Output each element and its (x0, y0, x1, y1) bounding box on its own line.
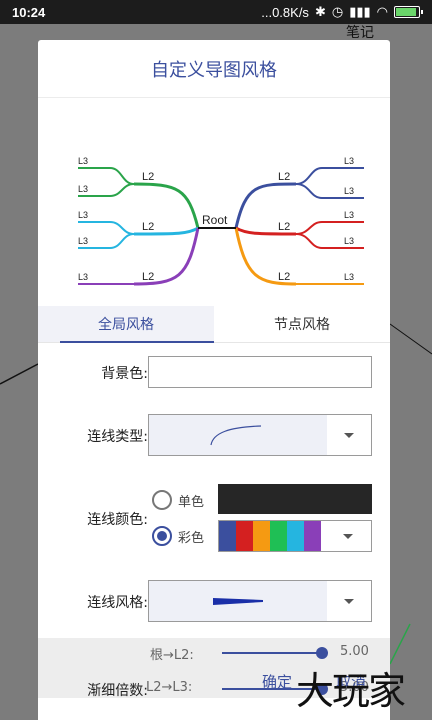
alarm-icon: ◷ (331, 4, 344, 19)
single-color-swatch[interactable] (218, 484, 372, 514)
preview-l2-label: L2 (142, 221, 154, 233)
preview-l2-label: L2 (142, 171, 154, 183)
line-color-label: 连线颜色: (87, 512, 148, 528)
watermark-logo: 大玩家 (296, 669, 406, 713)
preview-l3-label: L3 (344, 210, 354, 220)
palette-swatch (304, 521, 321, 551)
tab-node-style[interactable]: 节点风格 (214, 306, 390, 342)
background-note-top: 笔记 (346, 25, 374, 41)
battery-icon (394, 6, 423, 18)
palette-swatch (219, 521, 236, 551)
tab-global-style[interactable]: 全局风格 (38, 306, 214, 343)
wifi-icon: ◠ (376, 4, 388, 19)
palette-swatch (270, 521, 287, 551)
preview-l2-label: L2 (278, 221, 290, 233)
chevron-down-icon (327, 581, 371, 621)
single-color-label: 单色 (178, 494, 205, 510)
preview-l2-label: L2 (278, 171, 290, 183)
status-bar: 10:24 ...0.8K/s ✱ ◷ ▮▮▮ ◠ (0, 0, 432, 24)
palette-swatch (253, 521, 270, 551)
palette-swatch (287, 521, 304, 551)
dialog-title: 自定义导图风格 (38, 40, 390, 98)
preview-l3-label: L3 (344, 186, 354, 196)
chevron-down-icon (325, 521, 371, 551)
single-color-radio[interactable]: 单色 (152, 490, 204, 510)
preview-l2-label: L2 (278, 271, 290, 283)
tapered-line-icon (213, 598, 263, 605)
preview-root-label: Root (202, 213, 228, 227)
line-type-label: 连线类型: (87, 429, 148, 445)
preview-l2-label: L2 (142, 271, 154, 283)
confirm-button[interactable]: 确定 (262, 671, 292, 692)
palette-swatch (236, 521, 253, 551)
background-color-label: 背景色: (101, 366, 148, 382)
taper-root-l2-value: 5.00 (340, 644, 369, 659)
taper-root-l2-slider[interactable] (222, 652, 322, 654)
sub-left-2a (78, 221, 135, 235)
line-type-select[interactable] (148, 414, 372, 456)
preview-l3-label: L3 (78, 210, 88, 220)
preview-l3-label: L3 (344, 156, 354, 166)
preview-l3-label: L3 (78, 184, 88, 194)
radio-circle-icon (152, 490, 172, 510)
radio-checked-icon (152, 526, 172, 546)
line-style-select[interactable] (148, 580, 372, 622)
chevron-down-icon (327, 415, 371, 455)
curve-line-icon (210, 425, 262, 446)
mindmap-style-dialog: 自定义导图风格 Root L2 L2 L2 L2 L2 L2 L3 L3 L3 … (38, 40, 390, 720)
taper-l2-l3-label: L2→L3: (146, 680, 193, 695)
style-tabs: 全局风格 节点风格 (38, 306, 390, 343)
taper-root-l2-label: 根→L2: (150, 648, 194, 663)
taper-label: 渐细倍数: (87, 683, 148, 699)
sub-left-1a (78, 167, 135, 185)
style-preview: Root L2 L2 L2 L2 L2 L2 L3 L3 L3 L3 L3 L3… (38, 98, 390, 306)
preview-l3-label: L3 (78, 156, 88, 166)
status-icons: ...0.8K/s ✱ ◷ ▮▮▮ ◠ (261, 4, 423, 20)
preview-diagram: Root L2 L2 L2 L2 L2 L2 L3 L3 L3 L3 L3 L3… (78, 156, 364, 286)
multi-color-label: 彩色 (178, 530, 205, 546)
sub-right-1a (295, 167, 364, 185)
preview-l3-label: L3 (344, 272, 354, 282)
sub-right-2a (295, 221, 364, 235)
line-style-label: 连线风格: (87, 595, 148, 611)
bluetooth-icon: ✱ (314, 4, 326, 19)
preview-l3-label: L3 (344, 236, 354, 246)
color-palette-select[interactable] (218, 520, 372, 552)
slider-thumb[interactable] (316, 647, 328, 659)
preview-l3-label: L3 (78, 236, 88, 246)
signal-icon: ▮▮▮ (349, 4, 371, 19)
status-time: 10:24 (12, 4, 46, 20)
multi-color-radio[interactable]: 彩色 (152, 526, 204, 546)
preview-l3-label: L3 (78, 272, 88, 282)
network-speed: ...0.8K/s (261, 4, 309, 20)
background-color-field[interactable] (148, 356, 372, 388)
